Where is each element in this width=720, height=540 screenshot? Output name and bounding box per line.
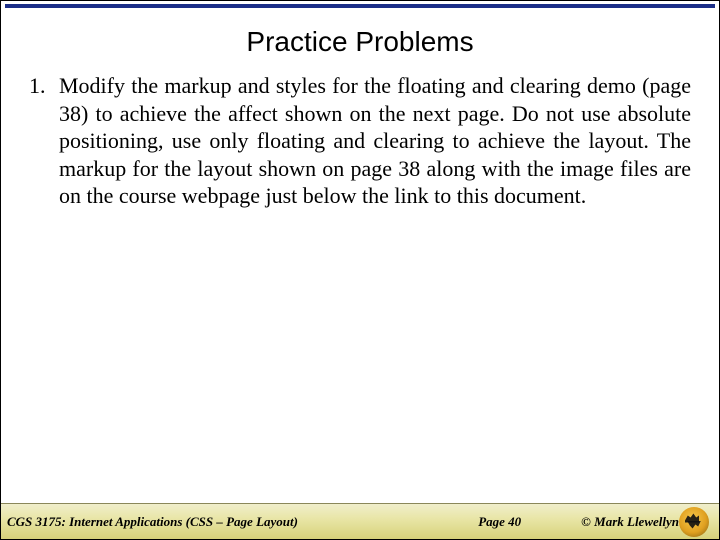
item-number: 1. bbox=[29, 72, 59, 210]
slide: Practice Problems 1. Modify the markup a… bbox=[0, 0, 720, 540]
ucf-logo bbox=[679, 507, 709, 537]
pegasus-icon bbox=[679, 507, 709, 537]
list-item: 1. Modify the markup and styles for the … bbox=[29, 72, 691, 210]
footer-bar: CGS 3175: Internet Applications (CSS – P… bbox=[1, 503, 719, 539]
item-text: Modify the markup and styles for the flo… bbox=[59, 72, 691, 210]
footer-page: Page 40 bbox=[478, 514, 521, 530]
content-area: 1. Modify the markup and styles for the … bbox=[1, 62, 719, 503]
footer-course: CGS 3175: Internet Applications (CSS – P… bbox=[7, 514, 298, 530]
footer-copyright: © Mark Llewellyn bbox=[581, 514, 679, 530]
slide-title: Practice Problems bbox=[1, 8, 719, 62]
